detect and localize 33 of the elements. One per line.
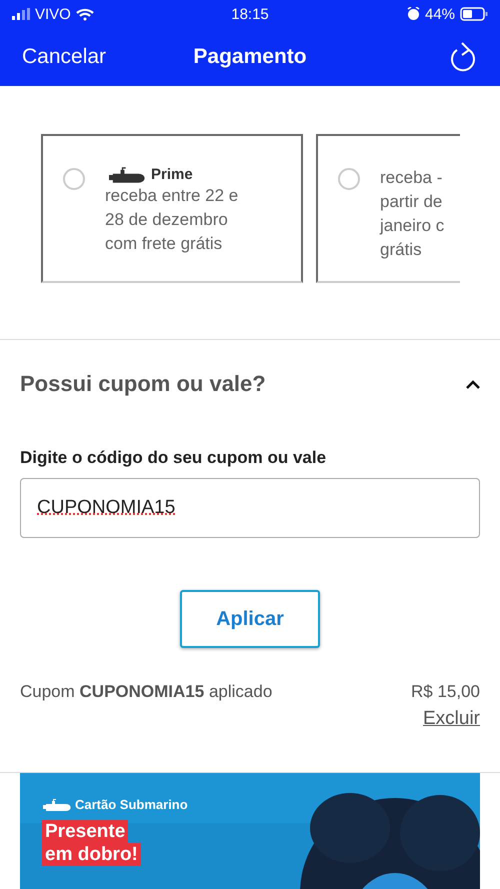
shipping-option-card[interactable]: Prime receba entre 22 e 28 de dezembro com frete grátis	[41, 134, 303, 283]
promo-headline: em dobro!	[42, 843, 141, 866]
carrier-name: VIVO	[35, 6, 71, 22]
apply-button[interactable]: Aplicar	[180, 590, 320, 648]
page-title: Pagamento	[193, 45, 307, 69]
option-text-line: janeiro c	[380, 215, 444, 237]
applied-coupon-text: Cupom CUPONOMIA15 aplicado	[20, 682, 272, 703]
field-label: Digite o código do seu cupom ou vale	[20, 448, 328, 468]
wifi-icon	[76, 8, 94, 20]
brand-name: Cartão Submarino	[75, 797, 188, 812]
battery-icon	[460, 7, 488, 21]
option-text-line: receba -	[380, 167, 444, 189]
discount-amount: R$ 15,00	[411, 682, 480, 702]
coupon-code-field[interactable]: CUPONOMIA15	[20, 478, 480, 538]
alarm-icon	[406, 7, 420, 21]
section-title: Possui cupom ou vale?	[20, 371, 266, 397]
remove-link[interactable]: Excluir	[422, 708, 480, 730]
option-text-line: com frete grátis	[105, 233, 224, 255]
chevron-up-icon[interactable]	[466, 380, 480, 388]
option-text-line: grátis	[380, 239, 423, 261]
radio-button[interactable]	[338, 168, 360, 190]
submarine-icon	[42, 798, 72, 812]
status-time: 18:15	[231, 6, 269, 22]
brand-label: Prime	[151, 166, 193, 184]
radio-button[interactable]	[63, 168, 85, 190]
option-text-line: 28 de dezembro	[105, 209, 229, 231]
option-text-line: partir de	[380, 191, 444, 213]
option-text-line: receba entre 22 e	[105, 185, 238, 207]
battery-percent: 44%	[424, 6, 456, 22]
cancel-button[interactable]: Cancelar	[22, 45, 106, 69]
signal-icon	[12, 8, 30, 20]
promo-headline: Presente	[42, 820, 128, 843]
shipping-option-card[interactable]: receba - partir de janeiro c grátis	[316, 134, 460, 283]
